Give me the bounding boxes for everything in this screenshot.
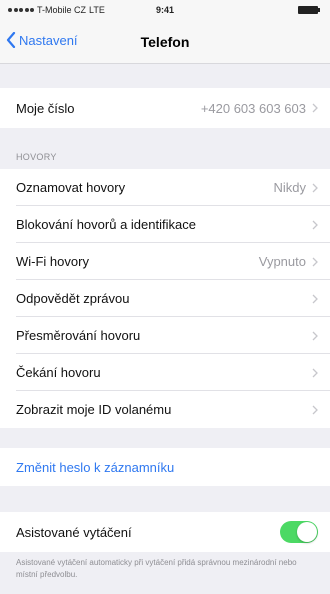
chevron-right-icon (312, 183, 318, 192)
chevron-right-icon (312, 368, 318, 377)
list-item-value: Nikdy (273, 180, 306, 195)
page-title: Telefon (140, 34, 190, 50)
calls-row-reply-message[interactable]: Odpovědět zprávou (0, 280, 330, 317)
chevron-right-icon (312, 294, 318, 303)
status-time: 9:41 (155, 5, 174, 15)
calls-row-wifi[interactable]: Wi-Fi hovory Vypnuto (0, 243, 330, 280)
calls-row-caller-id[interactable]: Zobrazit moje ID volanému (0, 391, 330, 428)
chevron-right-icon (312, 331, 318, 340)
chevron-right-icon (312, 220, 318, 229)
voicemail-link-label: Změnit heslo k záznamníku (16, 459, 175, 475)
assisted-dialing-row: Asistované vytáčení (0, 512, 330, 552)
battery-icon (298, 6, 320, 14)
list-item-label: Zobrazit moje ID volanému (16, 402, 172, 417)
assisted-dialing-footnote: Asistované vytáčení automaticky při vytá… (16, 558, 297, 579)
calls-row-announce[interactable]: Oznamovat hovory Nikdy (0, 169, 330, 206)
calls-row-waiting[interactable]: Čekání hovoru (0, 354, 330, 391)
status-bar: T-Mobile CZ LTE 9:41 (0, 0, 330, 20)
assisted-dialing-label: Asistované vytáčení (16, 524, 132, 540)
calls-row-forwarding[interactable]: Přesměrování hovoru (0, 317, 330, 354)
list-item-value: Vypnuto (258, 254, 306, 269)
chevron-right-icon (312, 257, 318, 266)
list-item-label: Wi-Fi hovory (16, 254, 89, 269)
section-header-calls: HOVORY (16, 152, 57, 162)
toggle-knob (297, 522, 317, 542)
chevron-right-icon (312, 405, 318, 414)
navigation-bar: Nastavení Telefon (0, 20, 330, 64)
change-voicemail-password-button[interactable]: Změnit heslo k záznamníku (0, 448, 330, 486)
list-item-label: Oznamovat hovory (16, 180, 126, 195)
calls-row-blocking[interactable]: Blokování hovorů a identifikace (0, 206, 330, 243)
my-number-row[interactable]: Moje číslo +420 603 603 603 (0, 88, 330, 128)
assisted-dialing-toggle[interactable] (280, 521, 318, 543)
my-number-value: +420 603 603 603 (200, 100, 306, 116)
list-item-label: Odpovědět zprávou (16, 291, 130, 306)
chevron-right-icon (312, 103, 318, 113)
list-item-label: Čekání hovoru (16, 365, 101, 380)
list-item-label: Přesměrování hovoru (16, 328, 141, 343)
my-number-label: Moje číslo (16, 100, 75, 116)
list-item-label: Blokování hovorů a identifikace (16, 217, 196, 232)
